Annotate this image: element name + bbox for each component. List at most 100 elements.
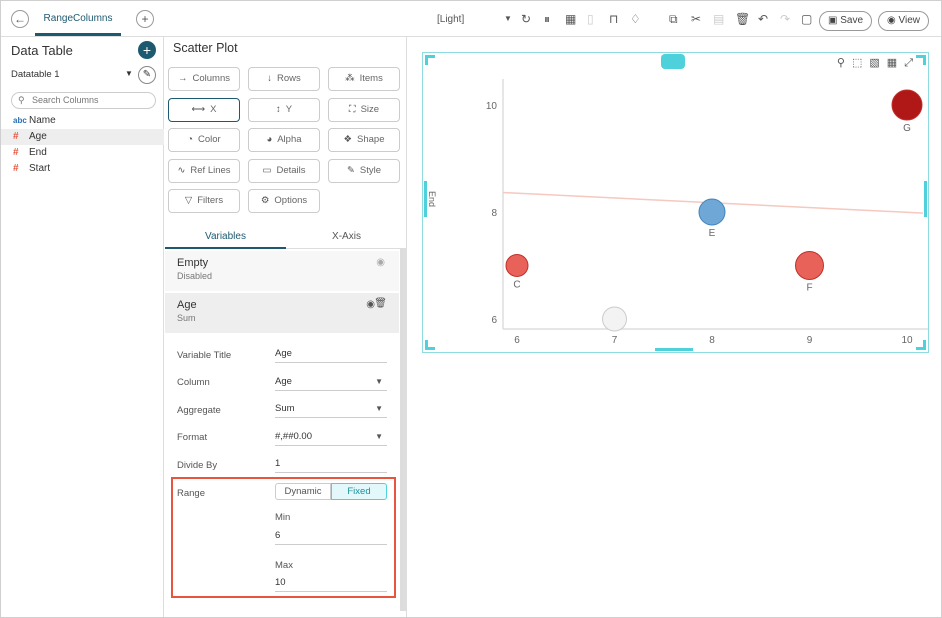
range-fixed-button[interactable]: Fixed bbox=[331, 483, 387, 500]
delete-icon[interactable]: 🗑 bbox=[735, 12, 750, 26]
details-button[interactable]: ▭ Details bbox=[248, 158, 320, 183]
color-button[interactable]: ◔ Color bbox=[168, 128, 240, 152]
column-item[interactable]: abc Name bbox=[1, 113, 164, 129]
pause-icon[interactable]: ⏸ bbox=[544, 12, 550, 27]
bookmark-icon[interactable]: ⊓ bbox=[609, 12, 618, 26]
eye-icon[interactable]: ◉ bbox=[376, 257, 385, 268]
redo-icon[interactable]: ↷ bbox=[780, 12, 790, 26]
data-point bbox=[505, 254, 529, 277]
y-icon: ↕ bbox=[275, 103, 281, 115]
aggregate-label: Aggregate bbox=[177, 405, 221, 416]
rows-button[interactable]: ↓ Rows bbox=[248, 67, 320, 91]
save-button[interactable]: ▣ Save bbox=[819, 11, 873, 31]
data-table-panel: Data Table + Datatable 1 ▼ ✎ ⚲ Search Co… bbox=[1, 37, 164, 617]
copy-icon[interactable]: ⧉ bbox=[669, 12, 678, 27]
items-button[interactable]: ⁂ Items bbox=[328, 67, 400, 91]
data-point bbox=[891, 89, 923, 121]
edit-datatable-button[interactable]: ✎ bbox=[138, 66, 156, 84]
data-point bbox=[698, 198, 726, 226]
shape-icon: ❖ bbox=[343, 134, 353, 145]
properties-panel: Scatter Plot → Columns ↓ Rows ⁂ Items ⟷ X ↕ Y ⛶ Siz… bbox=[165, 37, 407, 617]
add-column-button[interactable]: + bbox=[138, 41, 156, 59]
y-tick-label: 10 bbox=[486, 101, 498, 112]
panel-title: Data Table bbox=[11, 43, 73, 58]
min-label: Min bbox=[275, 512, 291, 523]
range-dynamic-button[interactable]: Dynamic bbox=[275, 483, 331, 500]
variable-empty[interactable]: Empty Disabled ◉ bbox=[165, 251, 399, 291]
style-button[interactable]: ✎ Style bbox=[328, 158, 400, 183]
data-point-label: E bbox=[709, 228, 716, 239]
column-item[interactable]: # Start bbox=[1, 161, 164, 177]
options-button[interactable]: ⚙ Options bbox=[248, 189, 320, 213]
details-icon: ▭ bbox=[262, 164, 272, 176]
comment-icon[interactable]: ▢ bbox=[801, 12, 812, 26]
divide-by-input[interactable]: 1 bbox=[275, 455, 387, 473]
cut-icon[interactable]: ✂ bbox=[691, 12, 701, 26]
column-item[interactable]: # Age bbox=[1, 129, 164, 145]
scrollbar[interactable] bbox=[400, 249, 406, 611]
canvas-area: ⚲⬚▧▦⤢ 6789106810AgeEndCEFG bbox=[408, 37, 941, 617]
filters-button[interactable]: ▽ Filters bbox=[168, 189, 240, 213]
tab-variables[interactable]: Variables bbox=[165, 225, 286, 249]
chevron-down-icon[interactable]: ▼ bbox=[125, 69, 133, 78]
eye-icon: ◉ bbox=[887, 15, 899, 26]
column-select[interactable]: Age ▼ bbox=[275, 373, 387, 391]
y-button[interactable]: ↕ Y bbox=[248, 97, 320, 122]
ref-lines-icon: ∿ bbox=[177, 164, 186, 176]
range-label: Range bbox=[177, 488, 205, 499]
scatter-plot-visual[interactable]: ⚲⬚▧▦⤢ 6789106810AgeEndCEFG bbox=[422, 52, 929, 353]
search-columns-input[interactable]: ⚲ Search Columns bbox=[11, 92, 156, 109]
save-icon: ▣ bbox=[828, 15, 841, 26]
datatable-select[interactable]: Datatable 1 bbox=[11, 69, 60, 80]
refresh-icon[interactable]: ↻ bbox=[521, 12, 531, 26]
ref-lines-button[interactable]: ∿ Ref Lines bbox=[168, 158, 240, 183]
add-tab-button[interactable]: + bbox=[136, 10, 154, 28]
chevron-down-icon: ▼ bbox=[375, 404, 383, 413]
format-select[interactable]: #,##0.00 ▼ bbox=[275, 428, 387, 446]
x-button[interactable]: ⟷ X bbox=[168, 97, 240, 122]
trash-icon[interactable]: 🗑 bbox=[374, 298, 387, 309]
min-input[interactable]: 6 bbox=[275, 527, 387, 545]
variable-age[interactable]: Age Sum ◉ 🗑 bbox=[165, 293, 399, 333]
columns-button[interactable]: → Columns bbox=[168, 67, 240, 91]
y-tick-label: 8 bbox=[491, 208, 497, 219]
tab-x-axis[interactable]: X-Axis bbox=[286, 225, 407, 249]
alpha-icon: ◕ bbox=[266, 134, 273, 145]
variable-title-input[interactable]: Age bbox=[275, 345, 387, 363]
x-tick-label: 7 bbox=[612, 335, 618, 346]
data-point-label: C bbox=[513, 280, 520, 291]
data-point-label: F bbox=[806, 283, 812, 294]
chevron-down-icon[interactable]: ▼ bbox=[504, 14, 512, 23]
divide-by-label: Divide By bbox=[177, 460, 218, 471]
snapshot-icon[interactable]: ▦ bbox=[565, 12, 576, 26]
items-icon: ⁂ bbox=[345, 73, 355, 84]
size-icon: ⛶ bbox=[348, 103, 356, 115]
theme-select[interactable]: [Light] bbox=[437, 14, 464, 25]
alpha-button[interactable]: ◕ Alpha bbox=[248, 128, 320, 152]
pdf-icon[interactable]: ▯ bbox=[587, 12, 594, 26]
tab-rangecolumns[interactable]: RangeColumns bbox=[35, 1, 121, 36]
size-button[interactable]: ⛶ Size bbox=[328, 97, 400, 122]
bell-icon[interactable]: ♢ bbox=[630, 12, 641, 26]
view-button[interactable]: ◉ View bbox=[878, 11, 930, 31]
shape-button[interactable]: ❖ Shape bbox=[328, 128, 400, 152]
x-tick-label: 10 bbox=[901, 335, 913, 346]
chevron-down-icon: ▼ bbox=[375, 377, 383, 386]
scatter-plot: 6789106810AgeEndCEFG bbox=[427, 79, 928, 346]
columns-icon: → bbox=[178, 73, 188, 84]
rows-icon: ↓ bbox=[267, 73, 272, 84]
options-icon: ⚙ bbox=[260, 195, 270, 206]
max-input[interactable]: 10 bbox=[275, 574, 387, 592]
undo-icon[interactable]: ↶ bbox=[758, 12, 768, 26]
x-tick-label: 6 bbox=[514, 335, 520, 346]
aggregate-select[interactable]: Sum ▼ bbox=[275, 400, 387, 418]
back-button[interactable]: ← bbox=[11, 10, 29, 28]
color-icon: ◔ bbox=[187, 134, 194, 145]
x-tick-label: 8 bbox=[709, 335, 715, 346]
data-point bbox=[602, 306, 627, 332]
paste-icon[interactable]: ▤ bbox=[713, 12, 724, 26]
y-tick-label: 6 bbox=[491, 315, 497, 326]
column-item[interactable]: # End bbox=[1, 145, 164, 161]
search-icon: ⚲ bbox=[18, 95, 25, 105]
top-toolbar: ← RangeColumns + [Light] ▼ ↻ ⏸ ▦ ▯ ⊓ ♢ ⧉… bbox=[1, 1, 941, 37]
